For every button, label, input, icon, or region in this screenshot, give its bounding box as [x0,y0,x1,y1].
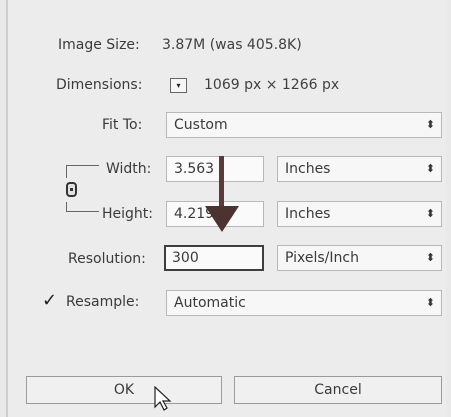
height-unit-select[interactable]: Inches ⬍ [277,201,442,227]
image-size-dialog: Image Size: 3.87M (was 405.8K) Dimension… [6,0,446,417]
dimensions-units-dropdown-icon[interactable]: ▾ [170,78,187,93]
height-label: Height: [102,206,153,222]
mouse-pointer-icon [153,386,173,412]
dimensions-value: 1069 px × 1266 px [204,77,340,93]
fit-to-value: Custom [174,117,228,133]
resolution-input[interactable]: 300 [164,245,264,271]
resolution-unit-select[interactable]: Pixels/Inch ⬍ [277,245,442,271]
dimensions-label: Dimensions: [56,77,143,93]
link-chain-icon[interactable] [66,182,77,197]
chevron-updown-icon: ⬍ [425,118,435,131]
chevron-updown-icon: ⬍ [425,251,435,264]
width-input[interactable]: 3.563 [166,156,264,182]
fit-to-select[interactable]: Custom ⬍ [166,112,442,138]
chevron-updown-icon: ⬍ [425,207,435,220]
image-size-value: 3.87M (was 405.8K) [162,37,302,53]
width-unit-value: Inches [285,161,331,177]
resample-label: Resample: [66,294,140,310]
resample-value: Automatic [174,295,246,311]
annotation-arrow-shaft [219,156,224,208]
height-unit-value: Inches [285,206,331,222]
dialog-left-edge [6,0,8,417]
resolution-unit-value: Pixels/Inch [285,250,359,266]
chevron-updown-icon: ⬍ [425,296,435,309]
width-label: Width: [106,161,152,177]
constrain-bracket-bottom [66,202,99,212]
resample-checkbox[interactable]: ✓ [42,292,60,310]
annotation-arrow-head [205,206,239,232]
resolution-label: Resolution: [68,251,146,267]
cancel-button[interactable]: Cancel [234,376,442,404]
fit-to-label: Fit To: [102,117,143,133]
resample-select[interactable]: Automatic ⬍ [166,290,442,316]
width-unit-select[interactable]: Inches ⬍ [277,156,442,182]
constrain-bracket-top [66,165,99,178]
chevron-updown-icon: ⬍ [425,162,435,175]
ok-button[interactable]: OK [26,376,222,404]
image-size-label: Image Size: [58,37,140,53]
